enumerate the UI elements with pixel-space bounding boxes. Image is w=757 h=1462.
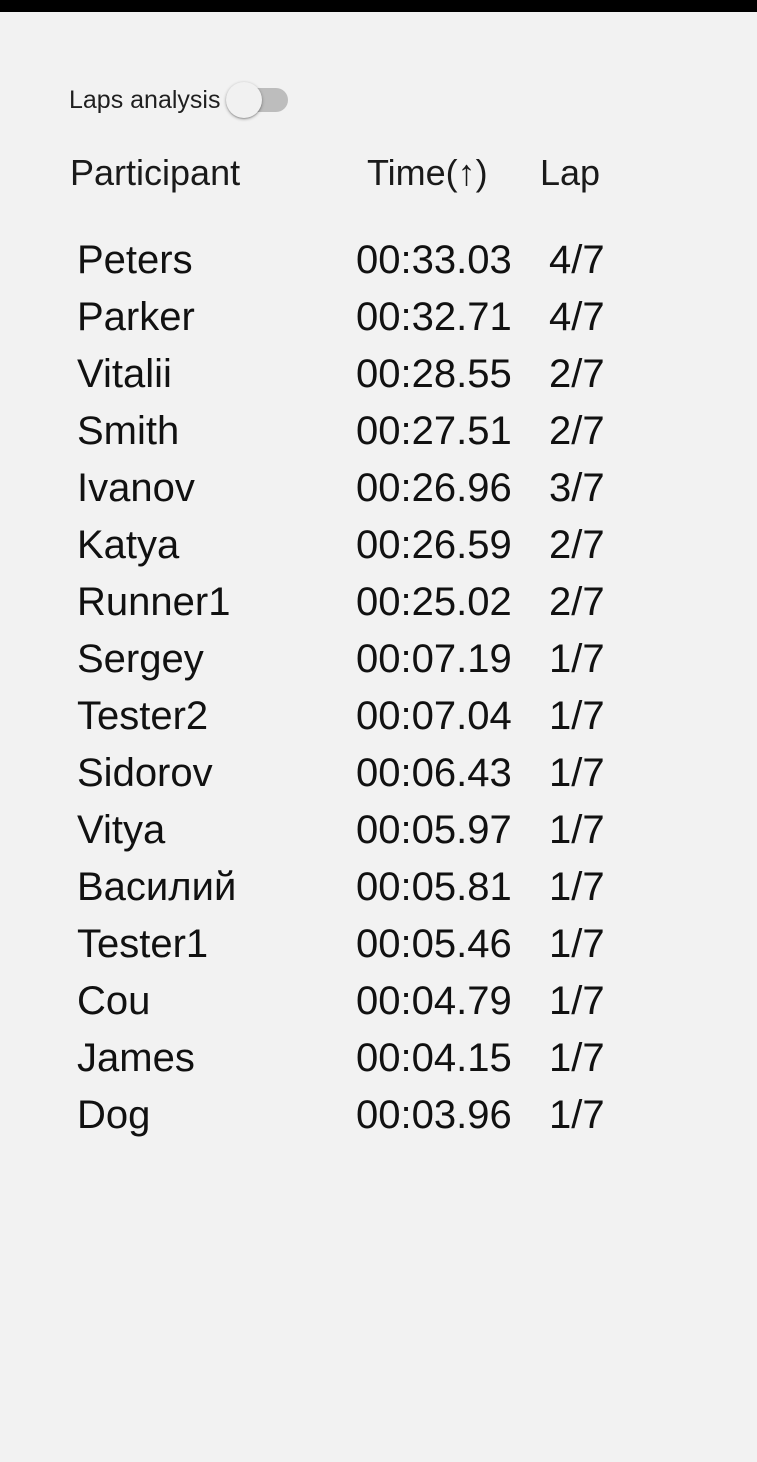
lap-time: 00:04.79: [356, 979, 512, 1023]
lap-count: 2/7: [549, 523, 605, 567]
laps-analysis-row: Laps analysis: [69, 82, 289, 118]
lap-time: 00:04.15: [356, 1036, 512, 1080]
laps-analysis-label: Laps analysis: [69, 85, 221, 114]
participant-name: Cou: [77, 979, 151, 1023]
lap-time: 00:33.03: [356, 238, 512, 282]
participant-name: James: [77, 1036, 195, 1080]
lap-time: 00:03.96: [356, 1093, 512, 1137]
lap-time: 00:07.04: [356, 694, 512, 738]
lap-count: 2/7: [549, 580, 605, 624]
table-row[interactable]: Smith 00:27.51 2/7: [0, 403, 757, 460]
lap-count: 1/7: [549, 922, 605, 966]
lap-count: 1/7: [549, 1093, 605, 1137]
laps-analysis-switch[interactable]: [226, 82, 289, 118]
lap-count: 1/7: [549, 1036, 605, 1080]
column-header-time-sort[interactable]: Time(↑): [367, 150, 488, 196]
switch-thumb: [226, 82, 263, 118]
status-bar: [0, 0, 757, 12]
lap-count: 1/7: [549, 808, 605, 852]
table-row[interactable]: Parker 00:32.71 4/7: [0, 289, 757, 346]
lap-count: 1/7: [549, 694, 605, 738]
lap-count: 2/7: [549, 409, 605, 453]
table-row[interactable]: Tester1 00:05.46 1/7: [0, 916, 757, 973]
lap-time: 00:26.59: [356, 523, 512, 567]
table-row[interactable]: James 00:04.15 1/7: [0, 1030, 757, 1087]
participant-name: Vitya: [77, 808, 166, 852]
table-row[interactable]: Василий 00:05.81 1/7: [0, 859, 757, 916]
lap-count: 4/7: [549, 295, 605, 339]
lap-time: 00:32.71: [356, 295, 512, 339]
table-row[interactable]: Vitalii 00:28.55 2/7: [0, 346, 757, 403]
lap-time: 00:06.43: [356, 751, 512, 795]
participant-name: Sergey: [77, 637, 204, 681]
participant-name: Vitalii: [77, 352, 172, 396]
table-row[interactable]: Sergey 00:07.19 1/7: [0, 631, 757, 688]
lap-time: 00:26.96: [356, 466, 512, 510]
lap-count: 2/7: [549, 352, 605, 396]
table-row[interactable]: Sidorov 00:06.43 1/7: [0, 745, 757, 802]
table-row[interactable]: Tester2 00:07.04 1/7: [0, 688, 757, 745]
participant-name: Dog: [77, 1093, 151, 1137]
participant-name: Ivanov: [77, 466, 195, 510]
participant-name: Smith: [77, 409, 180, 453]
lap-time: 00:05.46: [356, 922, 512, 966]
participant-name: Sidorov: [77, 751, 213, 795]
lap-count: 3/7: [549, 466, 605, 510]
participant-name: Katya: [77, 523, 180, 567]
participant-name: Василий: [77, 865, 237, 909]
table-row[interactable]: Vitya 00:05.97 1/7: [0, 802, 757, 859]
table-row[interactable]: Katya 00:26.59 2/7: [0, 517, 757, 574]
table-row[interactable]: Ivanov 00:26.96 3/7: [0, 460, 757, 517]
participant-name: Tester2: [77, 694, 209, 738]
lap-time: 00:27.51: [356, 409, 512, 453]
table-row[interactable]: Cou 00:04.79 1/7: [0, 973, 757, 1030]
lap-count: 1/7: [549, 865, 605, 909]
lap-time: 00:05.81: [356, 865, 512, 909]
lap-time: 00:28.55: [356, 352, 512, 396]
lap-time: 00:07.19: [356, 637, 512, 681]
table-row[interactable]: Peters 00:33.03 4/7: [0, 232, 757, 289]
results-list: Peters 00:33.03 4/7 Parker 00:32.71 4/7 Vitali…: [0, 232, 757, 1144]
lap-time: 00:05.97: [356, 808, 512, 852]
column-header-participant: Participant: [70, 152, 241, 193]
table-row[interactable]: Dog 00:03.96 1/7: [0, 1087, 757, 1144]
table-row[interactable]: Runner1 00:25.02 2/7: [0, 574, 757, 631]
lap-time: 00:25.02: [356, 580, 512, 624]
lap-count: 1/7: [549, 637, 605, 681]
lap-count: 1/7: [549, 751, 605, 795]
participant-name: Parker: [77, 295, 195, 339]
participant-name: Peters: [77, 238, 193, 282]
participant-name: Tester1: [77, 922, 209, 966]
lap-count: 4/7: [549, 238, 605, 282]
lap-count: 1/7: [549, 979, 605, 1023]
column-header-lap: Lap: [540, 152, 601, 193]
participant-name: Runner1: [77, 580, 231, 624]
